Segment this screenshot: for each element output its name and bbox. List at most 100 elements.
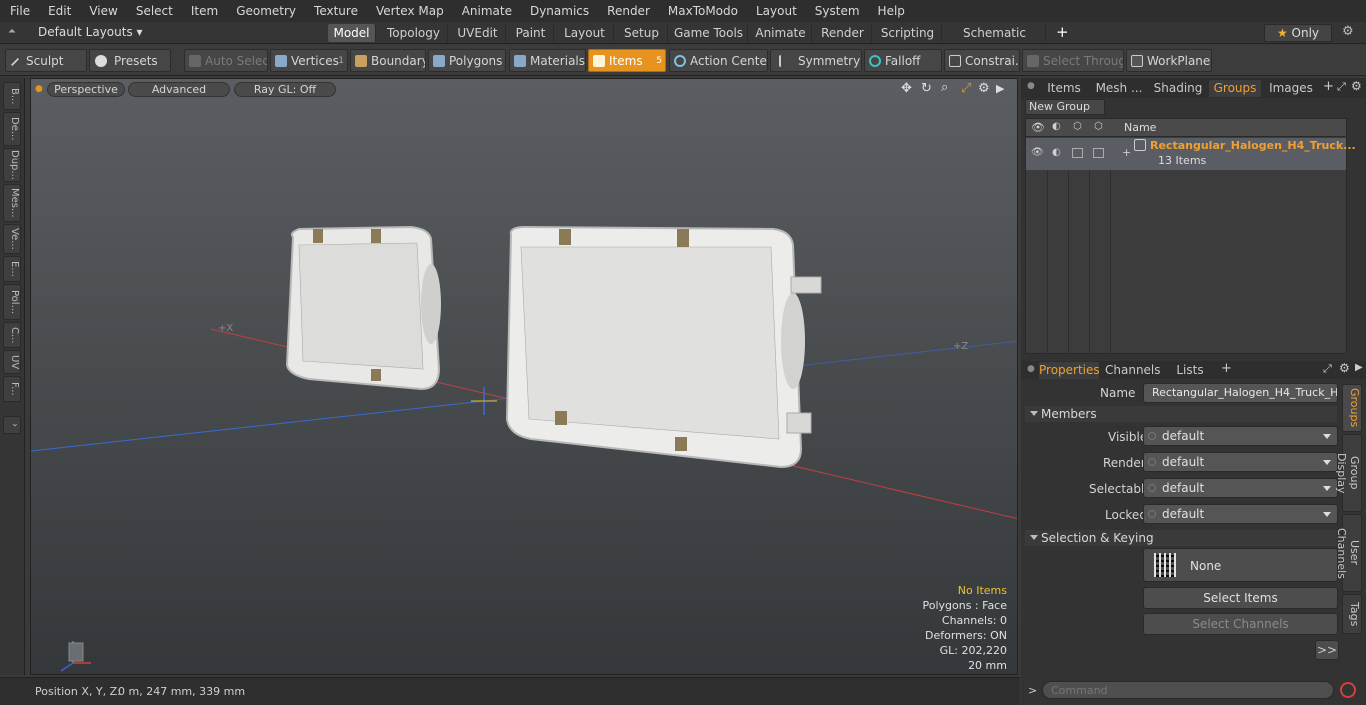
tab-topology[interactable]: Topology (380, 24, 448, 42)
action-center-button[interactable]: Action Center (669, 49, 768, 72)
left-tab-mesh[interactable]: Mes... (3, 184, 21, 222)
menu-dynamics[interactable]: Dynamics (520, 0, 597, 22)
constraints-button[interactable]: Constrai... (944, 49, 1020, 72)
auto-select-button[interactable]: Auto Select (184, 49, 268, 72)
left-tab-vertex[interactable]: Ve... (3, 224, 21, 254)
items-button[interactable]: Items 5 (588, 49, 666, 72)
tab-uvedit[interactable]: UVEdit (450, 24, 506, 42)
left-tab-polygon[interactable]: Pol... (3, 284, 21, 320)
layout-gear-icon[interactable]: ⚙ (1342, 24, 1354, 39)
maximize-icon[interactable]: ⤢ (961, 81, 971, 96)
viewport-gear-icon[interactable]: ⚙ (978, 81, 990, 96)
tab-images[interactable]: Images (1267, 80, 1315, 97)
menu-edit[interactable]: Edit (38, 0, 79, 22)
menu-render[interactable]: Render (597, 0, 658, 22)
menu-maxtomodo[interactable]: MaxToModo (658, 0, 746, 22)
advanced-button[interactable]: Advanced (128, 82, 230, 97)
row-visibility-icon[interactable]: 👁 (1031, 147, 1044, 158)
keying-section[interactable]: Selection & Keying (1025, 530, 1337, 546)
tab-setup[interactable]: Setup (616, 24, 668, 42)
row-render-icon[interactable]: ◐ (1052, 147, 1061, 158)
new-group-button[interactable]: New Group (1025, 99, 1105, 115)
tab-animate[interactable]: Animate (750, 24, 812, 42)
select-through-button[interactable]: Select Through (1022, 49, 1124, 72)
add-panel-tab-button[interactable]: + (1323, 79, 1334, 94)
vertices-button[interactable]: Vertices 1 (270, 49, 348, 72)
tab-game-tools[interactable]: Game Tools (670, 24, 748, 42)
falloff-button[interactable]: Falloff (864, 49, 942, 72)
locked-dropdown[interactable]: default (1143, 504, 1338, 524)
zoom-icon[interactable]: ⌕ (941, 80, 948, 95)
menu-item[interactable]: Item (181, 0, 226, 22)
left-tab-expand[interactable]: › (3, 416, 21, 434)
tab-scripting[interactable]: Scripting (874, 24, 942, 42)
panel-gear-icon[interactable]: ⚙ (1351, 79, 1362, 93)
tab-channels[interactable]: Channels (1105, 362, 1161, 379)
tab-groups[interactable]: Groups (1209, 80, 1261, 97)
left-tab-uv[interactable]: UV (3, 350, 21, 374)
select-items-button[interactable]: Select Items (1143, 587, 1338, 609)
tab-model[interactable]: Model (328, 24, 376, 42)
group-row[interactable]: 👁 ◐ + Rectangular_Halogen_H4_Truck... 13… (1026, 138, 1356, 170)
menu-select[interactable]: Select (126, 0, 181, 22)
visible-dropdown[interactable]: default (1143, 426, 1338, 446)
viewport-expand-icon[interactable]: ▶ (996, 82, 1004, 95)
side-tab-group-display[interactable]: Group Display (1335, 434, 1362, 512)
side-tab-groups[interactable]: Groups (1342, 384, 1362, 432)
layout-arrow-icon[interactable]: ⏶ (8, 26, 16, 37)
raygl-button[interactable]: Ray GL: Off (234, 82, 336, 97)
only-toggle[interactable]: ★ Only (1264, 24, 1332, 42)
menu-system[interactable]: System (805, 0, 868, 22)
workplane-button[interactable]: WorkPlane (1126, 49, 1212, 72)
menu-file[interactable]: File (0, 0, 38, 22)
name-field[interactable]: Rectangular_Halogen_H4_Truck_Heac (1143, 383, 1338, 403)
props-expand-icon[interactable]: ▶ (1355, 362, 1363, 373)
symmetry-button[interactable]: Symmetry (770, 49, 862, 72)
menu-vertex-map[interactable]: Vertex Map (366, 0, 452, 22)
tab-mesh[interactable]: Mesh ... (1093, 80, 1145, 97)
tab-schematic-fusion[interactable]: Schematic Fusion (944, 24, 1046, 58)
boundary-button[interactable]: Boundary (350, 49, 426, 72)
side-tab-tags[interactable]: Tags (1342, 594, 1362, 634)
menu-animate[interactable]: Animate (452, 0, 520, 22)
rotate-icon[interactable]: ↻ (921, 81, 932, 96)
row-select-checkbox[interactable] (1093, 148, 1104, 158)
left-tab-curve[interactable]: C... (3, 322, 21, 348)
left-tab-edge[interactable]: E... (3, 256, 21, 282)
record-icon[interactable] (1340, 682, 1356, 698)
materials-button[interactable]: Materials (509, 49, 586, 72)
tab-properties[interactable]: Properties (1039, 362, 1100, 379)
tab-shading[interactable]: Shading (1151, 80, 1205, 97)
add-tab-button[interactable]: + (1056, 23, 1069, 41)
members-section[interactable]: Members (1025, 406, 1337, 422)
left-tab-basic[interactable]: B... (3, 82, 21, 110)
props-maximize-icon[interactable]: ⤢ (1323, 362, 1332, 376)
render-dropdown[interactable]: default (1143, 452, 1338, 472)
keying-none-button[interactable]: None (1143, 548, 1338, 582)
tab-layout[interactable]: Layout (556, 24, 614, 42)
polygons-button[interactable]: Polygons (428, 49, 506, 72)
perspective-button[interactable]: Perspective (47, 82, 125, 97)
presets-button[interactable]: Presets (89, 49, 171, 72)
left-tab-duplicate[interactable]: Dup... (3, 148, 21, 182)
menu-geometry[interactable]: Geometry (226, 0, 304, 22)
side-tab-user-channels[interactable]: User Channels (1335, 514, 1362, 592)
panel-maximize-icon[interactable]: ⤢ (1337, 80, 1346, 94)
3d-viewport[interactable]: +X +Z ● Perspective Advanced Ray GL: Off… (30, 78, 1018, 675)
layout-selector[interactable]: Default Layouts ▾ (38, 25, 143, 39)
select-channels-button[interactable]: Select Channels (1143, 613, 1338, 635)
props-gear-icon[interactable]: ⚙ (1339, 361, 1350, 375)
viewport-menu-icon[interactable]: ● (35, 84, 43, 94)
menu-view[interactable]: View (79, 0, 125, 22)
tab-lists[interactable]: Lists (1167, 362, 1213, 379)
selectable-dropdown[interactable]: default (1143, 478, 1338, 498)
tab-paint[interactable]: Paint (508, 24, 554, 42)
add-props-tab-button[interactable]: + (1221, 361, 1232, 376)
menu-help[interactable]: Help (868, 0, 913, 22)
menu-texture[interactable]: Texture (304, 0, 366, 22)
left-tab-fusion[interactable]: F... (3, 376, 21, 402)
sculpt-button[interactable]: Sculpt (5, 49, 87, 72)
more-button[interactable]: >> (1315, 640, 1339, 660)
menu-layout[interactable]: Layout (746, 0, 805, 22)
expand-icon[interactable]: + (1122, 146, 1131, 159)
